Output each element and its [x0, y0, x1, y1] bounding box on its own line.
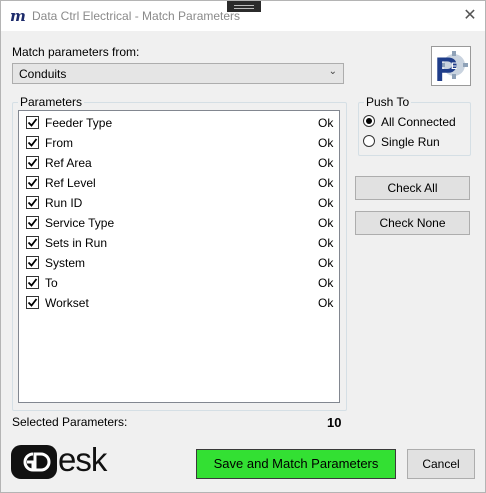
drag-grip-icon[interactable]	[227, 1, 261, 12]
match-parameters-window: m Data Ctrl Electrical - Match Parameter…	[0, 0, 486, 493]
match-from-dropdown[interactable]: Conduits ⌄	[12, 63, 344, 84]
parameter-status: Ok	[318, 296, 334, 310]
parameters-legend: Parameters	[18, 95, 85, 109]
parameter-status: Ok	[318, 116, 334, 130]
selected-parameters-count: 10	[327, 415, 342, 430]
parameter-name: Workset	[45, 296, 89, 310]
radio-all-connected-label[interactable]: All Connected	[381, 115, 456, 129]
checkbox[interactable]	[26, 156, 39, 169]
parameter-name: From	[45, 136, 73, 150]
checkbox[interactable]	[26, 256, 39, 269]
radio-single-run-label[interactable]: Single Run	[381, 135, 440, 149]
parameter-status: Ok	[318, 156, 334, 170]
parameter-name: Run ID	[45, 196, 83, 210]
radio-all-connected[interactable]	[363, 115, 375, 127]
checkbox[interactable]	[26, 176, 39, 189]
gdesk-logo-icon	[11, 445, 57, 479]
match-from-selected: Conduits	[19, 67, 67, 81]
list-item[interactable]: From Ok	[19, 132, 337, 152]
list-item[interactable]: Run ID Ok	[19, 192, 337, 212]
gdesk-logo-text: esk	[58, 441, 107, 478]
close-button[interactable]: ✕	[457, 4, 483, 28]
parameter-status: Ok	[318, 276, 334, 290]
checkbox[interactable]	[26, 216, 39, 229]
list-item[interactable]: Service Type Ok	[19, 212, 337, 232]
parameter-name: Sets in Run	[45, 236, 108, 250]
parameter-status: Ok	[318, 176, 334, 190]
checkbox[interactable]	[26, 116, 39, 129]
svg-text:E: E	[451, 61, 457, 71]
list-item[interactable]: Ref Level Ok	[19, 172, 337, 192]
checkbox[interactable]	[26, 276, 39, 289]
p-gear-badge-icon: P E	[431, 46, 471, 89]
push-to-legend: Push To	[364, 95, 412, 109]
checkbox[interactable]	[26, 136, 39, 149]
match-from-label: Match parameters from:	[12, 45, 140, 59]
chevron-down-icon: ⌄	[328, 66, 337, 77]
list-item[interactable]: Workset Ok	[19, 292, 337, 312]
parameter-name: Ref Area	[45, 156, 92, 170]
window-title: Data Ctrl Electrical - Match Parameters	[32, 9, 241, 23]
parameters-list[interactable]: Feeder Type Ok From Ok Ref Area Ok Ref L…	[18, 110, 340, 403]
parameter-status: Ok	[318, 256, 334, 270]
list-item[interactable]: Feeder Type Ok	[19, 112, 337, 132]
parameter-name: System	[45, 256, 86, 270]
save-and-match-button[interactable]: Save and Match Parameters	[196, 449, 396, 479]
parameter-status: Ok	[318, 136, 334, 150]
parameter-status: Ok	[318, 196, 334, 210]
list-item[interactable]: To Ok	[19, 272, 337, 292]
parameter-status: Ok	[318, 236, 334, 250]
checkbox[interactable]	[26, 236, 39, 249]
title-bar[interactable]: m Data Ctrl Electrical - Match Parameter…	[1, 1, 485, 31]
parameter-name: Feeder Type	[45, 116, 113, 130]
cancel-button[interactable]: Cancel	[407, 449, 475, 479]
parameter-name: To	[45, 276, 58, 290]
list-item[interactable]: System Ok	[19, 252, 337, 272]
parameter-status: Ok	[318, 216, 334, 230]
list-item[interactable]: Ref Area Ok	[19, 152, 337, 172]
check-none-button[interactable]: Check None	[355, 211, 470, 235]
selected-parameters-label: Selected Parameters:	[12, 415, 128, 429]
check-all-button[interactable]: Check All	[355, 176, 470, 200]
radio-single-run[interactable]	[363, 135, 375, 147]
checkbox[interactable]	[26, 296, 39, 309]
m-logo-icon: m	[10, 7, 26, 25]
parameter-name: Ref Level	[45, 176, 96, 190]
parameter-name: Service Type	[45, 216, 115, 230]
list-item[interactable]: Sets in Run Ok	[19, 232, 337, 252]
checkbox[interactable]	[26, 196, 39, 209]
